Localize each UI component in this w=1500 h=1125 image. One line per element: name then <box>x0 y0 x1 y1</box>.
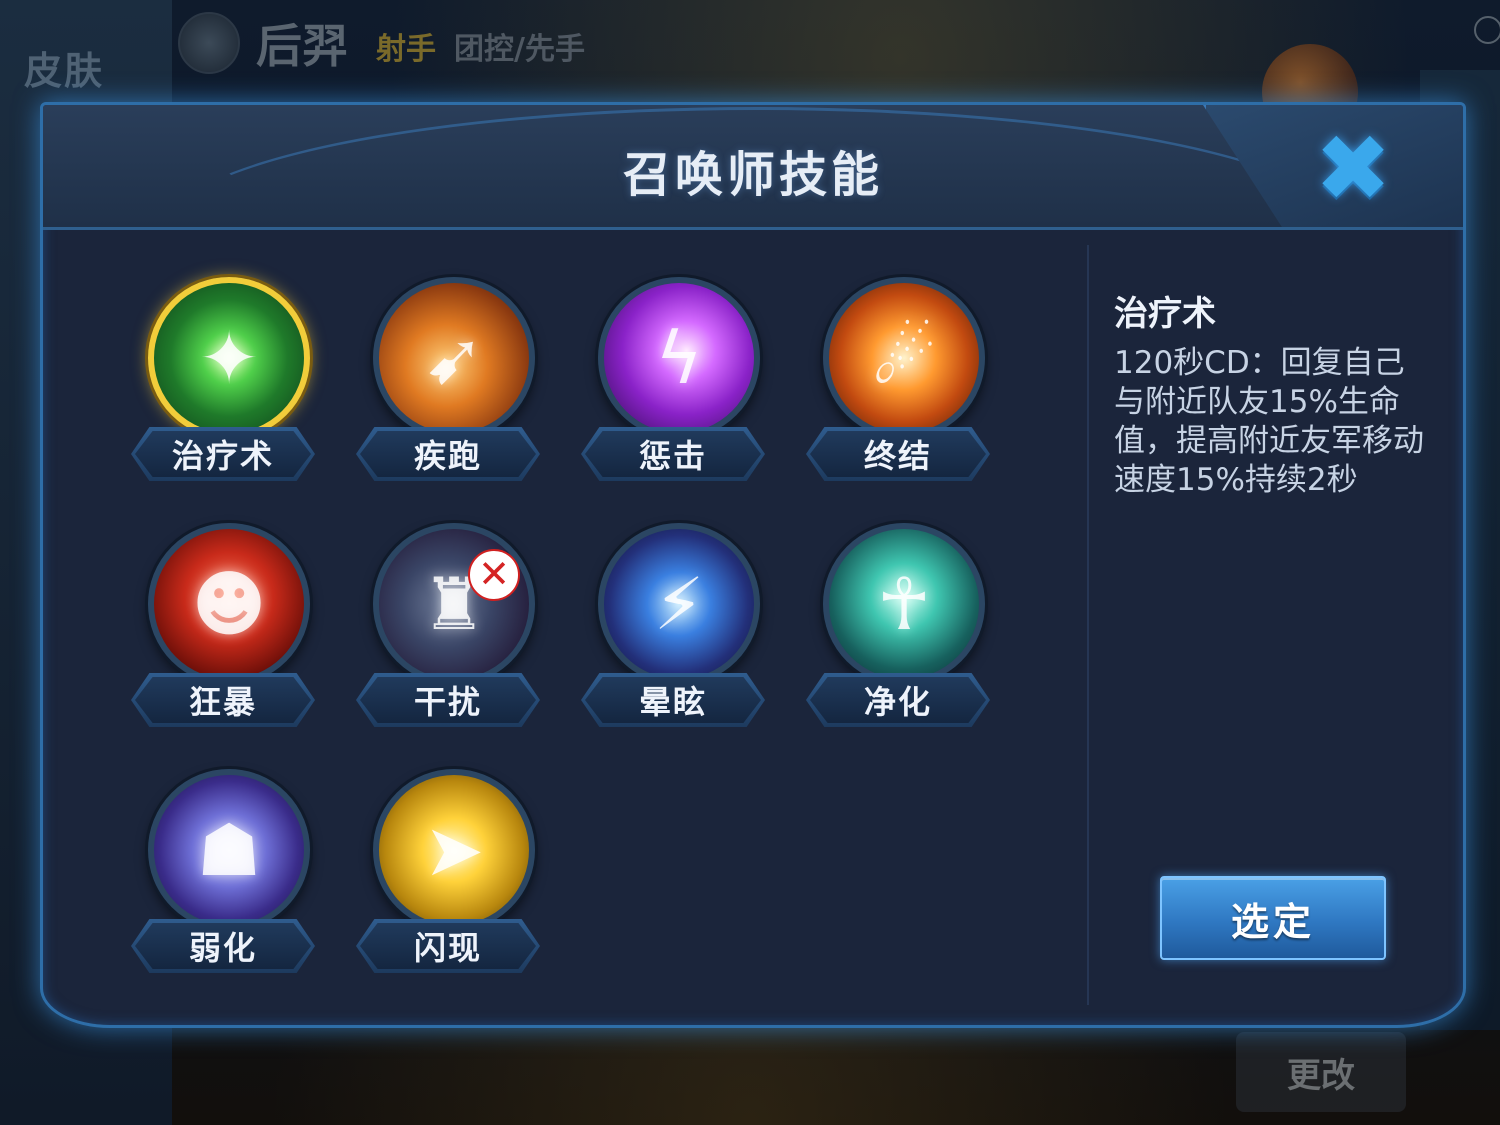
hero-name: 后羿 <box>256 19 348 73</box>
skill-execute[interactable]: ☄ 终结 <box>806 273 996 503</box>
weaken-icon: ☗ <box>148 769 310 931</box>
execute-icon: ☄ <box>823 277 985 439</box>
skill-weaken[interactable]: ☗ 弱化 <box>131 765 321 995</box>
banned-x-icon: ✕ <box>468 549 520 601</box>
purify-icon: ☥ <box>823 523 985 685</box>
smite-icon: ϟ <box>598 277 760 439</box>
skill-label: 治疗术 <box>135 431 311 477</box>
skin-tab-label: 皮肤 <box>24 49 105 93</box>
skill-label: 闪现 <box>360 923 536 969</box>
skill-disrupt[interactable]: ♜ ✕ 干扰 <box>356 519 546 749</box>
change-button: 更改 <box>1236 1032 1406 1112</box>
dialog-header: 召唤师技能 ✖ <box>43 105 1463 230</box>
skill-description-title: 治疗术 <box>1114 294 1216 334</box>
heal-icon: ✦ <box>148 277 310 439</box>
skill-label: 疾跑 <box>360 431 536 477</box>
hero-emblem-icon <box>178 12 240 74</box>
clock-icon <box>1474 16 1500 44</box>
skill-label: 晕眩 <box>585 677 761 723</box>
select-button[interactable]: 选定 <box>1160 876 1386 960</box>
hero-tags: 团控/先手 <box>454 32 585 67</box>
skill-label: 弱化 <box>135 923 311 969</box>
skill-label: 惩击 <box>585 431 761 477</box>
panel-divider <box>1087 245 1089 1005</box>
skill-description-text: 120秒CD：回复自己与附近队友15%生命值，提高附近友军移动速度15%持续2秒 <box>1114 345 1424 498</box>
rage-icon: ☻ <box>148 523 310 685</box>
skill-label: 终结 <box>810 431 986 477</box>
skill-stun[interactable]: ⚡ 晕眩 <box>581 519 771 749</box>
skill-purify[interactable]: ☥ 净化 <box>806 519 996 749</box>
hero-role: 射手 <box>376 32 436 67</box>
skill-flash[interactable]: ➤ 闪现 <box>356 765 546 995</box>
skill-smite[interactable]: ϟ 惩击 <box>581 273 771 503</box>
skill-rage[interactable]: ☻ 狂暴 <box>131 519 321 749</box>
skill-heal[interactable]: ✦ 治疗术 <box>131 273 321 503</box>
skill-label: 狂暴 <box>135 677 311 723</box>
skill-label: 干扰 <box>360 677 536 723</box>
disrupt-icon: ♜ <box>373 523 535 685</box>
close-icon[interactable]: ✖ <box>1307 123 1399 215</box>
stun-icon: ⚡ <box>598 523 760 685</box>
flash-icon: ➤ <box>373 769 535 931</box>
skill-sprint[interactable]: ➹ 疾跑 <box>356 273 546 503</box>
skill-label: 净化 <box>810 677 986 723</box>
sprint-icon: ➹ <box>373 277 535 439</box>
